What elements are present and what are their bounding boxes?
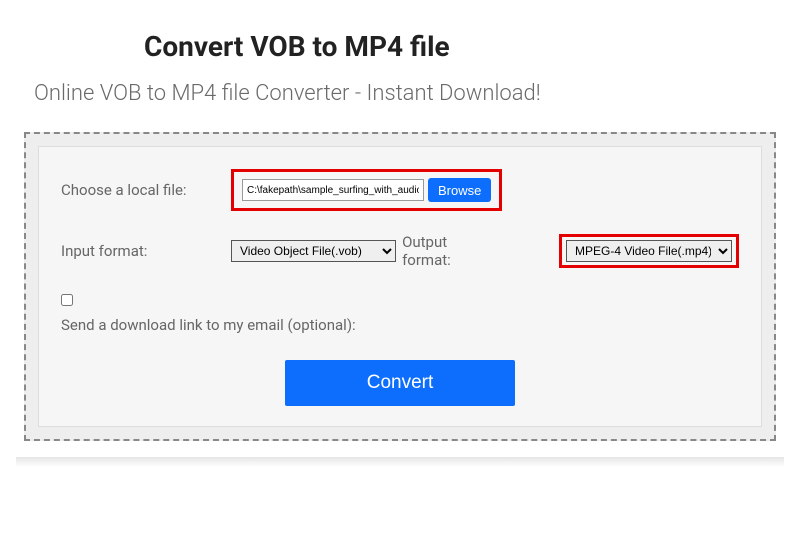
convert-button[interactable]: Convert — [285, 360, 515, 406]
input-format-select[interactable]: Video Object File(.vob) — [231, 240, 396, 262]
file-path-input[interactable] — [242, 179, 424, 201]
file-control: Browse — [242, 178, 491, 202]
email-row: Send a download link to my email (option… — [61, 291, 739, 334]
page-subtitle: Online VOB to MP4 file Converter - Insta… — [34, 81, 784, 106]
output-format-highlight: MPEG-4 Video File(.mp4) — [559, 234, 739, 268]
browse-button[interactable]: Browse — [428, 178, 491, 202]
email-label: Send a download link to my email (option… — [61, 316, 739, 334]
panel-shadow — [16, 457, 784, 467]
format-row: Input format: Video Object File(.vob) Ou… — [61, 233, 739, 269]
converter-form: Choose a local file: Browse Input format… — [38, 146, 762, 427]
page-title: Convert VOB to MP4 file — [144, 30, 784, 63]
output-format-select[interactable]: MPEG-4 Video File(.mp4) — [566, 240, 732, 262]
file-control-highlight: Browse — [231, 169, 502, 211]
choose-file-label: Choose a local file: — [61, 181, 231, 199]
converter-panel: Choose a local file: Browse Input format… — [24, 132, 776, 441]
page-container: Convert VOB to MP4 file Online VOB to MP… — [0, 30, 800, 457]
input-format-label: Input format: — [61, 242, 231, 260]
output-format-label: Output format: — [402, 233, 499, 269]
email-checkbox[interactable] — [61, 294, 73, 306]
file-row: Choose a local file: Browse — [61, 169, 739, 211]
